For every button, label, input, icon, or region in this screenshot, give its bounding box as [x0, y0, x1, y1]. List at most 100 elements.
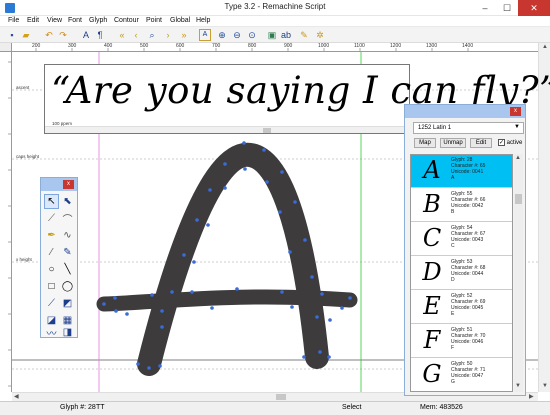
active-checkbox-label: active [506, 140, 523, 147]
glyph-list-item[interactable]: B Glyph: 55 Character #: 66 Unicode: 004… [411, 189, 512, 222]
previous-glyph-icon[interactable]: ‹ [130, 29, 142, 41]
active-checkbox-box: ✓ [498, 139, 505, 146]
ruler-label: 500 [140, 43, 149, 49]
add-glyph-icon[interactable]: A [80, 29, 92, 41]
zoom-in-icon[interactable]: ⊕ [216, 29, 228, 41]
last-glyph-icon[interactable]: » [178, 29, 190, 41]
glyph-unicode: Unicode: 0045 [451, 305, 484, 311]
menu-file[interactable]: File [8, 17, 19, 24]
ellipse-tool-icon[interactable]: ◯ [60, 279, 75, 294]
glyph-list-item[interactable]: E Glyph: 52 Character #: 69 Unicode: 004… [411, 291, 512, 324]
glyph-list-scrollbar[interactable]: ▲ ▼ [514, 154, 523, 392]
glyph-preview: A [423, 156, 441, 184]
pen-tool-icon[interactable]: ✒ [44, 228, 59, 243]
scroll-up-icon[interactable]: ▲ [542, 44, 548, 50]
glyph-unicode: Unicode: 0042 [451, 203, 484, 209]
next-glyph-icon[interactable]: › [162, 29, 174, 41]
scroll-up-icon[interactable]: ▲ [515, 155, 521, 161]
menu-global[interactable]: Global [170, 17, 190, 24]
close-button[interactable]: ✕ [518, 0, 550, 16]
rectangle-tool-icon[interactable]: □ [44, 279, 59, 294]
smooth-tool-icon[interactable]: 〰 [44, 326, 59, 340]
preview-scrollbar[interactable] [45, 126, 409, 133]
settings-gear-icon[interactable]: ✲ [314, 29, 326, 41]
menu-bar: File Edit View Font Glyph Contour Point … [0, 16, 550, 27]
circle-tool-icon[interactable]: ○ [44, 262, 59, 277]
node-tool-icon[interactable]: ⟋ [44, 211, 59, 226]
glyph-preview: B [423, 190, 441, 218]
scroll-left-icon[interactable]: ◀ [14, 393, 19, 400]
scroll-down-icon[interactable]: ▼ [542, 383, 548, 389]
scroll-thumb[interactable] [515, 194, 522, 204]
glyph-info: Glyph: 50 Character #: 71 Unicode: 0047 … [451, 361, 485, 385]
find-glyph-icon[interactable]: ⌕ [146, 29, 158, 41]
title-bar: Type 3.2 - Remachine Script – ☐ ✕ [0, 0, 550, 16]
ruler-label: 1100 [354, 43, 365, 49]
active-checkbox[interactable]: ✓ active [498, 139, 522, 146]
glyph-list-window: x 1252 Latin 1 ▼ Map Unmap Edit ✓ active… [404, 104, 526, 396]
unmap-button[interactable]: Unmap [440, 138, 466, 148]
image-icon[interactable]: ▣ [266, 29, 278, 41]
glyph-list-item[interactable]: D Glyph: 53 Character #: 68 Unicode: 004… [411, 257, 512, 290]
save-icon[interactable]: ▪ [6, 29, 18, 41]
bezier-tool-icon[interactable]: ∿ [60, 228, 75, 243]
menu-view[interactable]: View [47, 17, 62, 24]
minimize-button[interactable]: – [474, 0, 496, 16]
ab-metrics-icon[interactable]: ab [280, 29, 292, 41]
status-bar: Glyph #: 28 TT Select Mem: 483526 [0, 401, 550, 415]
scale-tool-icon[interactable]: ◩ [60, 296, 75, 311]
menu-contour[interactable]: Contour [114, 17, 139, 24]
curve-tool-icon[interactable]: ⌒ [60, 211, 75, 226]
first-glyph-icon[interactable]: « [116, 29, 128, 41]
glyph-name: C [451, 243, 455, 249]
menu-glyph[interactable]: Glyph [89, 17, 107, 24]
glyph-properties-icon[interactable]: ¶ [94, 29, 106, 41]
glyph-list-item[interactable]: C Glyph: 54 Character #: 67 Unicode: 004… [411, 223, 512, 256]
menu-edit[interactable]: Edit [27, 17, 39, 24]
status-memory: Mem: 483526 [420, 404, 463, 411]
glyph-view-icon[interactable]: A [199, 29, 211, 41]
glyph-name: D [451, 277, 455, 283]
glyph-list-close-button[interactable]: x [510, 107, 521, 116]
vertical-ruler [0, 52, 12, 392]
glyph-list-item[interactable]: A Glyph: 28 Character #: 65 Unicode: 004… [411, 155, 512, 188]
glyph-list-item[interactable]: G Glyph: 50 Character #: 71 Unicode: 004… [411, 359, 512, 391]
ruler-label: 1200 [390, 43, 402, 49]
glyph-preview: E [423, 292, 441, 320]
edit-icon[interactable]: ✎ [298, 29, 310, 41]
brush-tool-icon[interactable]: ✎ [60, 245, 75, 260]
mirror-tool-icon[interactable]: ◨ [60, 326, 75, 338]
codepage-select[interactable]: 1252 Latin 1 ▼ [413, 122, 524, 134]
glyph-info: Glyph: 51 Character #: 70 Unicode: 0046 … [451, 327, 485, 351]
zoom-out-icon[interactable]: ⊖ [231, 29, 243, 41]
tool-palette: x ↖ ⬉ ⟋ ⌒ ✒ ∿ ⁄ ✎ ○ ╲ □ ◯ ⟋ ◩ ◪ ▦ 〰 ◨ [40, 177, 78, 340]
map-button[interactable]: Map [414, 138, 436, 148]
menu-help[interactable]: Help [196, 17, 210, 24]
menu-point[interactable]: Point [146, 17, 162, 24]
preview-scroll-thumb[interactable] [263, 128, 271, 133]
point-select-icon[interactable]: ⬉ [60, 194, 75, 209]
scroll-thumb[interactable] [276, 394, 286, 400]
ruler-label: 1300 [426, 43, 438, 49]
maximize-button[interactable]: ☐ [496, 0, 518, 16]
zoom-fit-icon[interactable]: ⊙ [246, 29, 258, 41]
redo-icon[interactable]: ↷ [57, 29, 69, 41]
palette-close-button[interactable]: x [63, 180, 74, 189]
open-folder-icon[interactable]: ▰ [20, 29, 32, 41]
ruler-label: 700 [212, 43, 221, 49]
select-arrow-icon[interactable]: ↖ [44, 194, 59, 209]
scroll-down-icon[interactable]: ▼ [515, 383, 521, 389]
measure-tool-icon[interactable]: ⟋ [44, 296, 59, 311]
undo-icon[interactable]: ↶ [43, 29, 55, 41]
knife-tool-icon[interactable]: ⁄ [44, 245, 59, 260]
glyph-list-item[interactable]: F Glyph: 51 Character #: 70 Unicode: 004… [411, 325, 512, 358]
edit-button[interactable]: Edit [470, 138, 492, 148]
line-tool-icon[interactable]: ╲ [60, 262, 75, 277]
glyph-info: Glyph: 54 Character #: 67 Unicode: 0043 … [451, 225, 485, 249]
menu-font[interactable]: Font [68, 17, 82, 24]
ruler-label: 900 [284, 43, 293, 49]
window-title: Type 3.2 - Remachine Script [224, 2, 326, 11]
horizontal-ruler: 200 300 400 500 600 700 800 900 1000 110… [12, 43, 538, 52]
toolbar: ▪ ▰ ↶ ↷ A ¶ « ‹ ⌕ › » A ⊕ ⊖ ⊙ ▣ ab ✎ ✲ [0, 27, 550, 43]
scroll-right-icon[interactable]: ▶ [529, 393, 534, 400]
